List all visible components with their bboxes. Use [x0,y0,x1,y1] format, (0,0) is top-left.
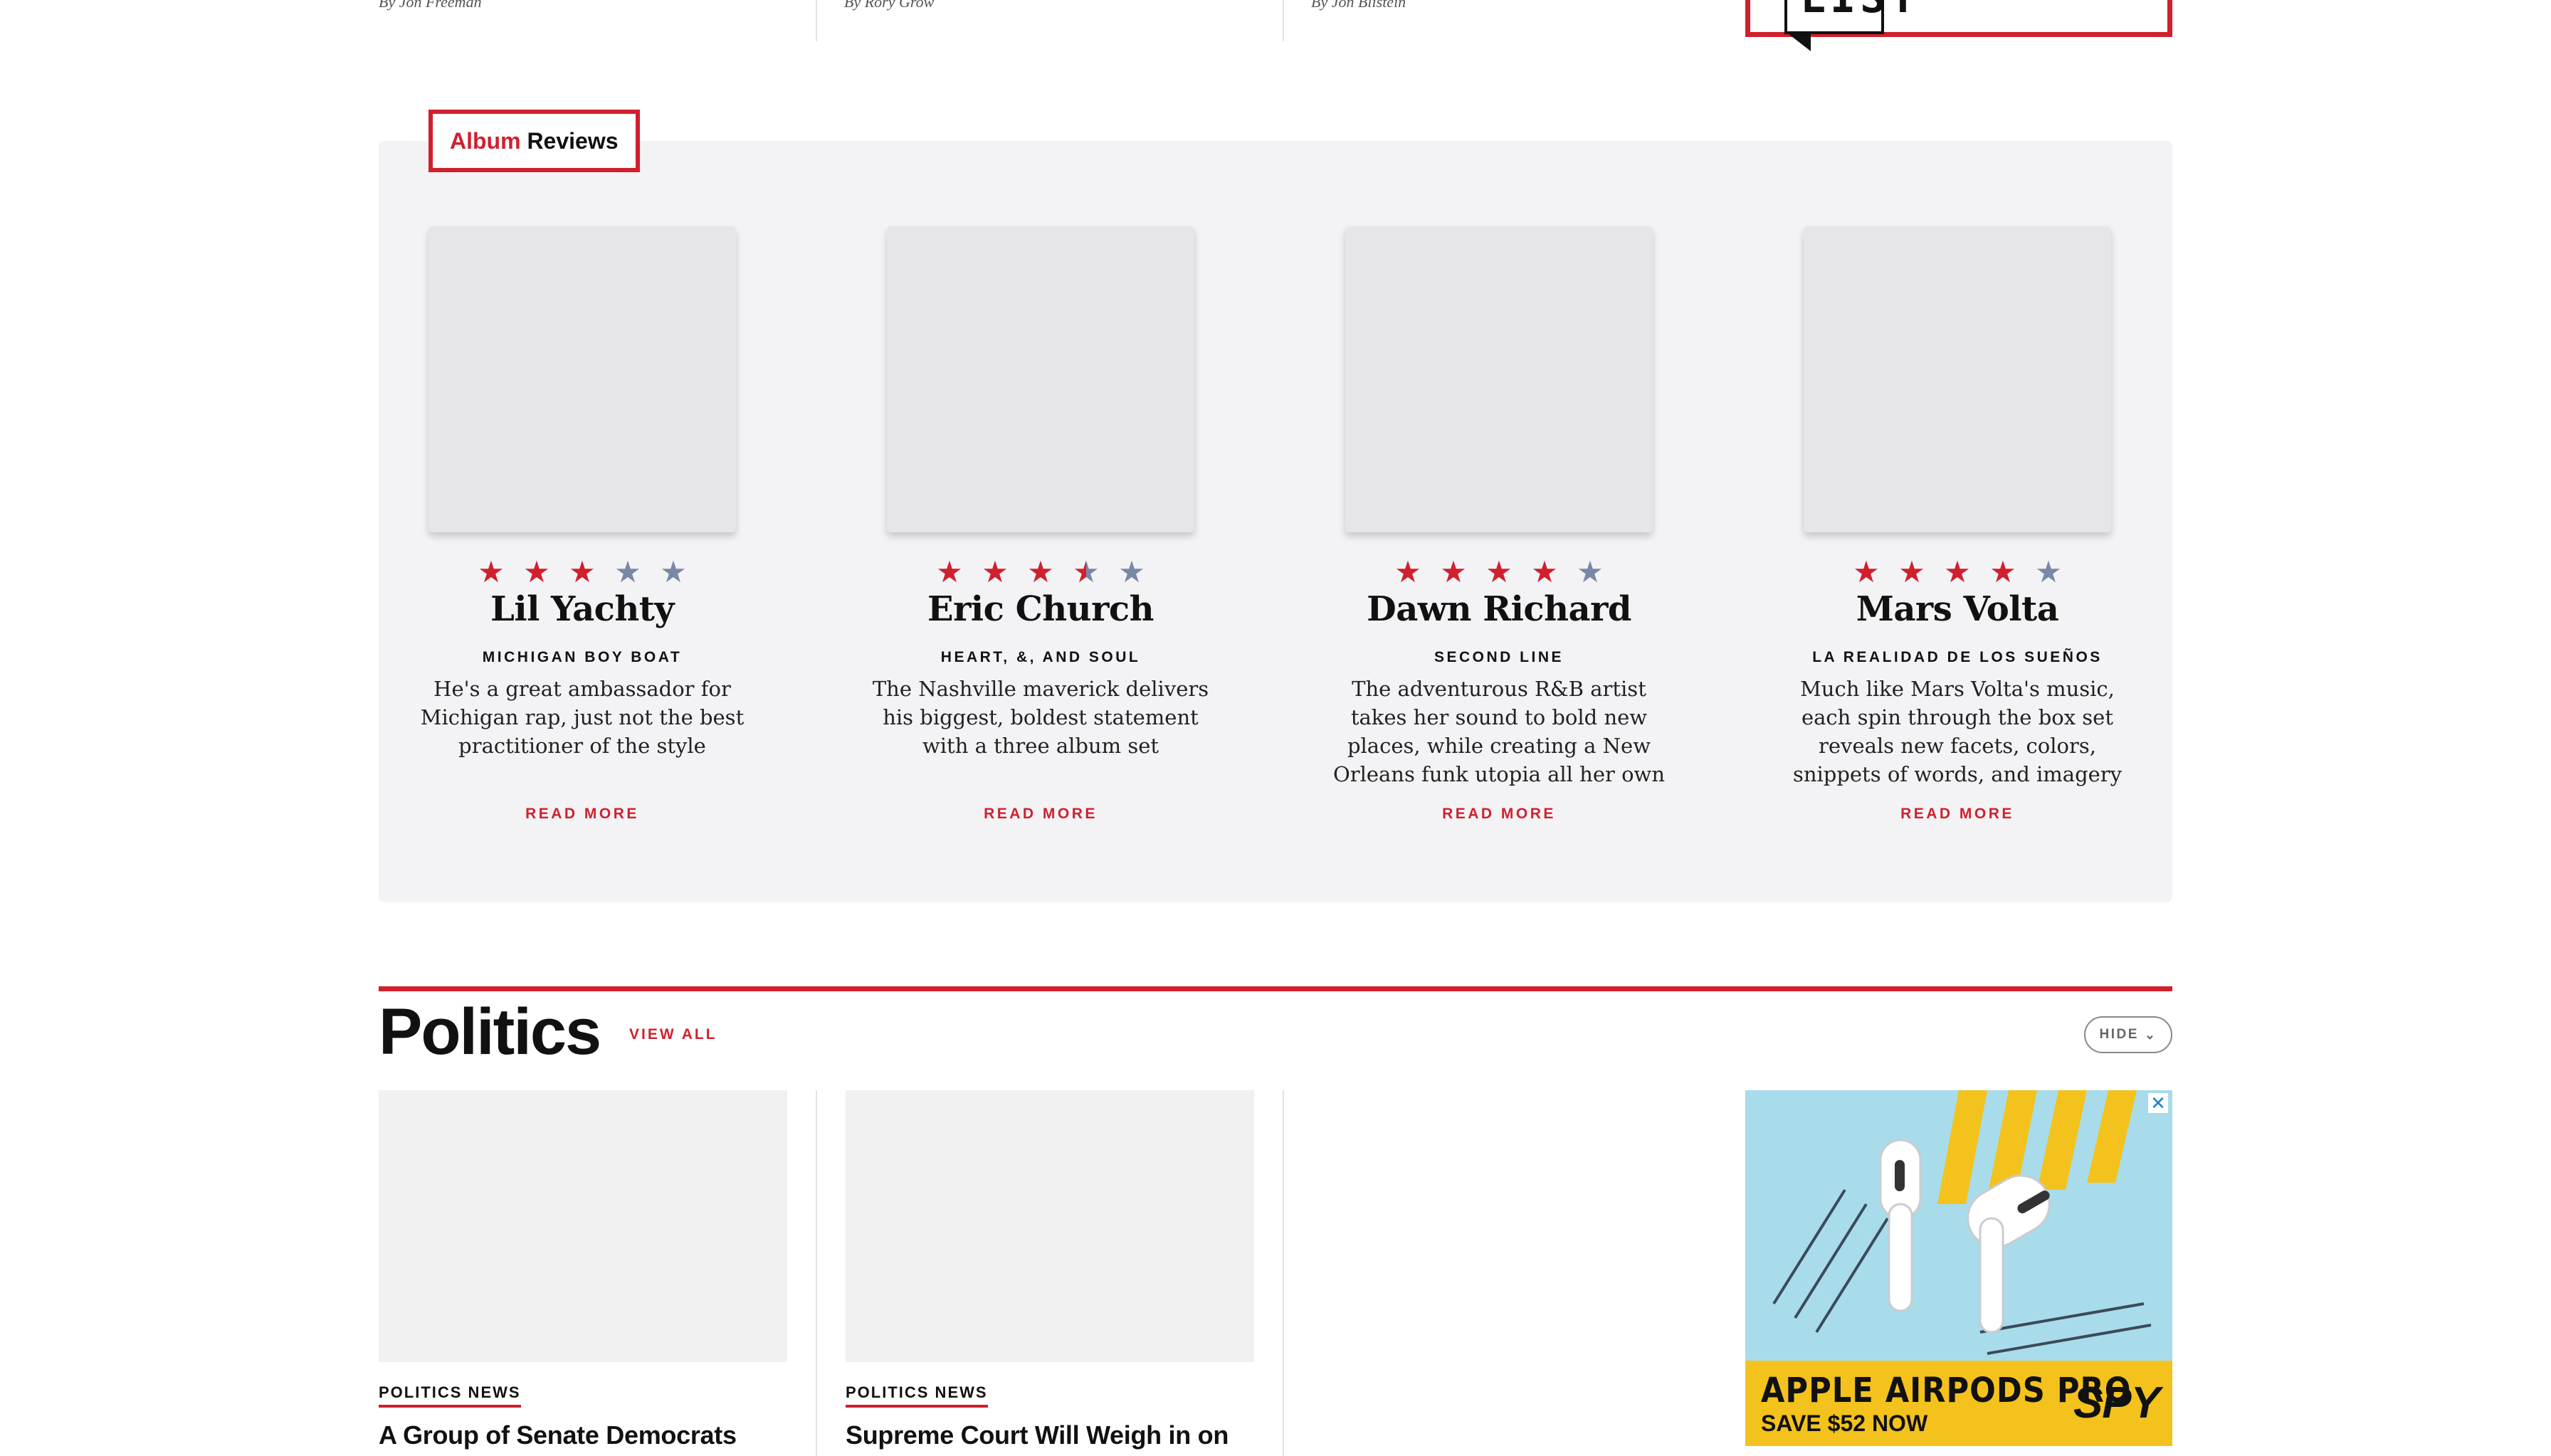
byline-3[interactable]: By Jon Blistein [1311,0,1406,11]
column-divider [816,0,817,41]
album-reviews-tag[interactable]: Album Reviews [428,110,640,172]
article-category[interactable]: POLITICS NEWS [846,1383,988,1408]
empty-star-icon: ★ [660,555,687,589]
album-reviews-tag-red: Album [450,127,521,154]
filled-star-icon: ★ [1898,555,1925,589]
filled-star-icon: ★ [1944,555,1971,589]
star-rating: ★ ★ ★ ★ ★ [379,552,786,592]
list-badge-tail [1785,31,1811,51]
filled-star-icon: ★ [1485,555,1513,589]
filled-star-icon: ★ [1440,555,1467,589]
filled-star-icon: ★ [1853,555,1880,589]
byline-2[interactable]: By Rory Grow [844,0,934,11]
article-headline[interactable]: Supreme Court Will Weigh in on [846,1420,1229,1450]
album-review-card[interactable]: ★ ★ ★ ★ ★ Mars Volta LA REALIDAD DE LOS SUEÑ… [1754,226,2122,853]
filled-star-icon: ★ [936,555,963,589]
spy-logo: SPY [2073,1378,2160,1428]
view-all-link[interactable]: VIEW ALL [629,1026,717,1043]
politics-section-rule [379,986,2172,991]
article-thumbnail[interactable] [379,1090,787,1362]
byline-1[interactable]: By Jon Freeman [379,0,482,11]
album-title: MICHIGAN BOY BOAT [482,649,683,665]
ad-close-icon[interactable]: ✕ [2148,1093,2168,1113]
star-rating: ★ ★ ★ ★ ★ [837,552,1244,592]
ad-subline: SAVE $52 NOW [1761,1410,1928,1436]
read-more-link[interactable]: READ MORE [379,806,786,823]
album-review-card[interactable]: ★ ★ ★ ★ ★ Dawn Richard SECOND LINE The adven… [1295,226,1665,853]
star-rating: ★ ★ ★ ★ ★ [1295,552,1703,592]
review-blurb: The Nashville maverick delivers his bigg… [872,677,1209,758]
album-review-card[interactable]: ★ ★ ★ ★ ★ Eric Church HEART, &, AND SOUL The… [837,226,1209,853]
chevron-down-icon: ⌄ [2144,1027,2157,1042]
list-badge: LIST [1784,0,1916,34]
article-thumbnail[interactable] [846,1090,1254,1362]
album-review-card[interactable]: ★ ★ ★ ★ ★ Lil Yachty MICHIGAN BOY BOAT He's … [379,226,744,853]
review-blurb: He's a great ambassador for Michigan rap… [420,677,745,758]
article-category[interactable]: POLITICS NEWS [379,1383,521,1408]
filled-star-icon: ★ [1989,555,2016,589]
album-title: LA REALIDAD DE LOS SUEÑOS [1812,649,2103,665]
album-reviews-tag-black: Reviews [527,127,619,154]
column-divider [1283,0,1284,41]
advertisement[interactable]: APPLE AIRPODS PRO SAVE $52 NOW SPY ✕ [1745,1090,2172,1446]
album-cover-image[interactable] [428,226,736,532]
filled-star-icon: ★ [1531,555,1558,589]
album-title: SECOND LINE [1434,649,1564,665]
previous-section-strip: By Jon Freeman By Rory Grow By Jon Blist… [0,0,2551,51]
album-cover-image[interactable] [1345,226,1653,532]
column-divider [816,1090,817,1456]
read-more-link[interactable]: READ MORE [1295,806,1703,823]
read-more-link[interactable]: READ MORE [837,806,1244,823]
politics-section-title[interactable]: Politics [379,996,601,1067]
ad-artwork [1772,1090,2152,1355]
artist-name[interactable]: Mars Volta [1754,589,2161,629]
album-cover-image[interactable] [1804,226,2111,532]
filled-star-icon: ★ [523,555,550,589]
empty-star-icon: ★ [1577,555,1604,589]
album-title: HEART, &, AND SOUL [940,649,1141,665]
artist-name[interactable]: Lil Yachty [379,589,786,629]
half-star-icon: ★ [1071,552,1102,592]
article-headline[interactable]: A Group of Senate Democrats [379,1420,737,1450]
star-rating: ★ ★ ★ ★ ★ [1754,552,2161,592]
empty-star-icon: ★ [614,555,641,589]
empty-star-icon: ★ [2035,555,2062,589]
artist-name[interactable]: Eric Church [837,589,1244,629]
artist-name[interactable]: Dawn Richard [1295,589,1703,629]
review-blurb: Much like Mars Volta's music, each spin … [1792,677,2123,786]
filled-star-icon: ★ [569,555,596,589]
hide-button-label: HIDE [2099,1027,2139,1042]
filled-star-icon: ★ [982,555,1009,589]
empty-star-icon: ★ [1118,555,1145,589]
list-badge-text: LIST [1800,0,1920,23]
filled-star-icon: ★ [1394,555,1421,589]
filled-star-icon: ★ [1027,555,1054,589]
column-divider [1283,1090,1284,1456]
album-cover-image[interactable] [887,226,1194,532]
filled-star-icon: ★ [478,555,505,589]
review-blurb: The adventurous R&B artist takes her sou… [1332,677,1666,786]
read-more-link[interactable]: READ MORE [1754,806,2161,823]
hide-section-button[interactable]: HIDE ⌄ [2084,1016,2172,1053]
